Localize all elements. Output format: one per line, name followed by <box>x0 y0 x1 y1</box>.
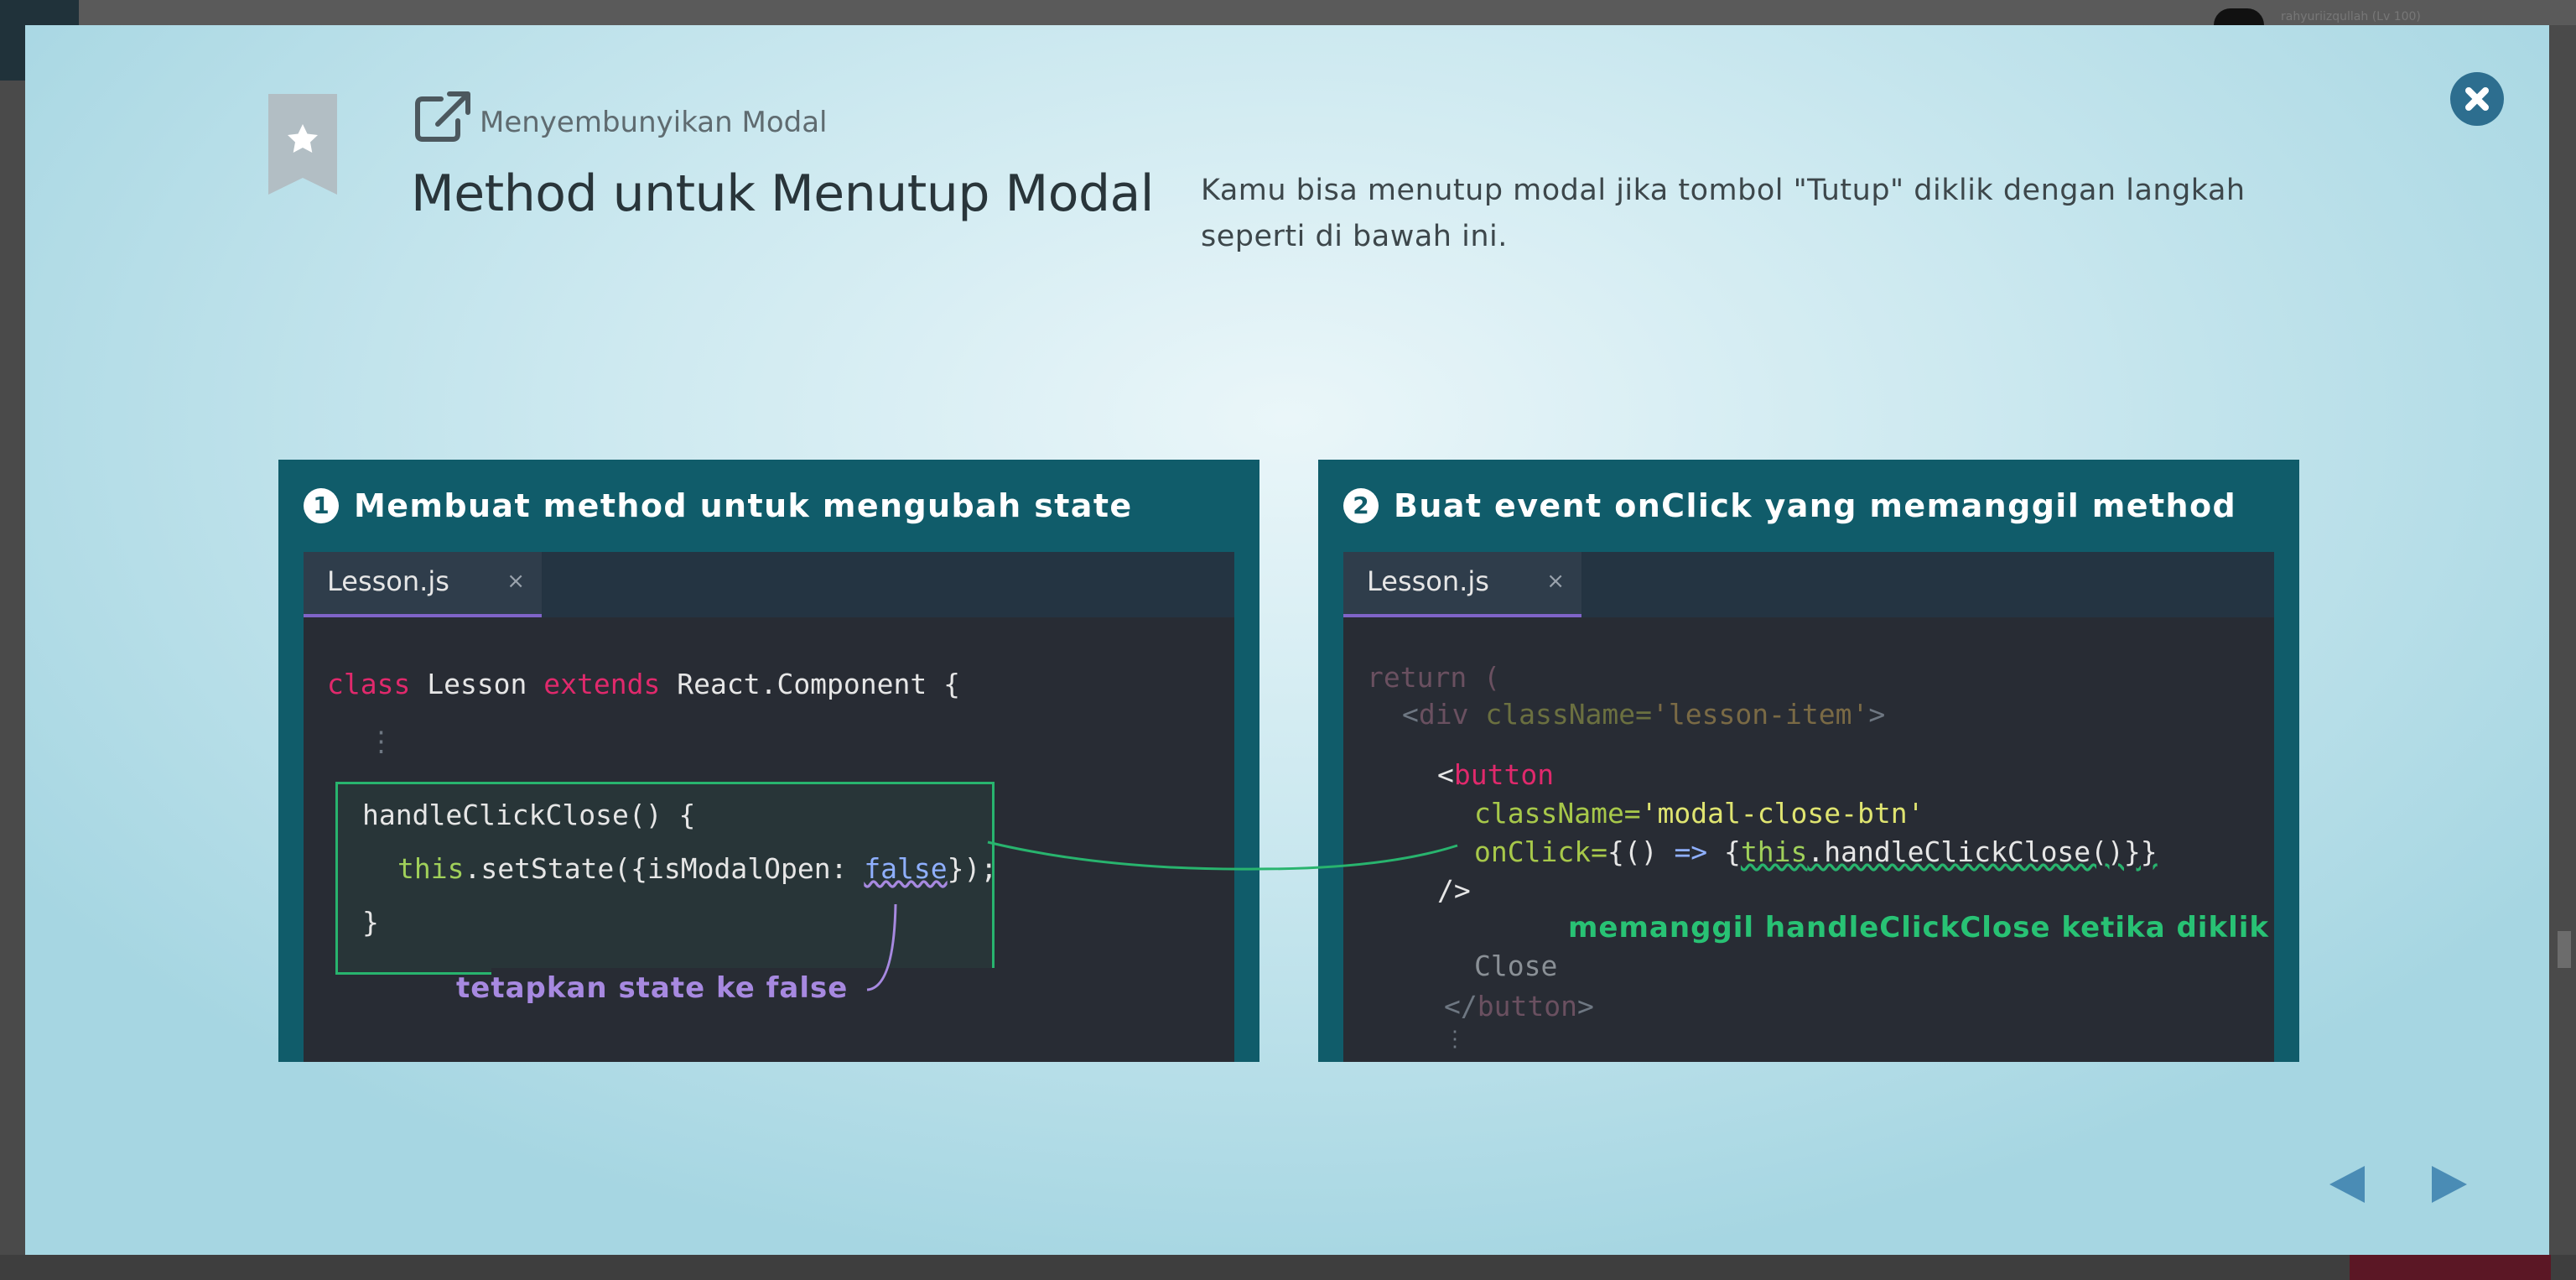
background-avatar <box>2214 8 2264 25</box>
background-bottom-button <box>2350 1255 2551 1280</box>
background-user-label: rahyuriizqullah (Lv 100) <box>2281 10 2421 23</box>
background-bottom-bar <box>0 1255 2576 1280</box>
background-topbar <box>79 0 2576 25</box>
background-scrollbar <box>2558 931 2571 968</box>
arrow-right-icon[interactable] <box>2428 1163 2470 1206</box>
arrow-left-icon[interactable] <box>2326 1163 2368 1206</box>
panel-connector-line <box>987 840 1458 871</box>
lesson-modal: Menyembunyikan Modal Method untuk Menutu… <box>25 25 2549 1255</box>
